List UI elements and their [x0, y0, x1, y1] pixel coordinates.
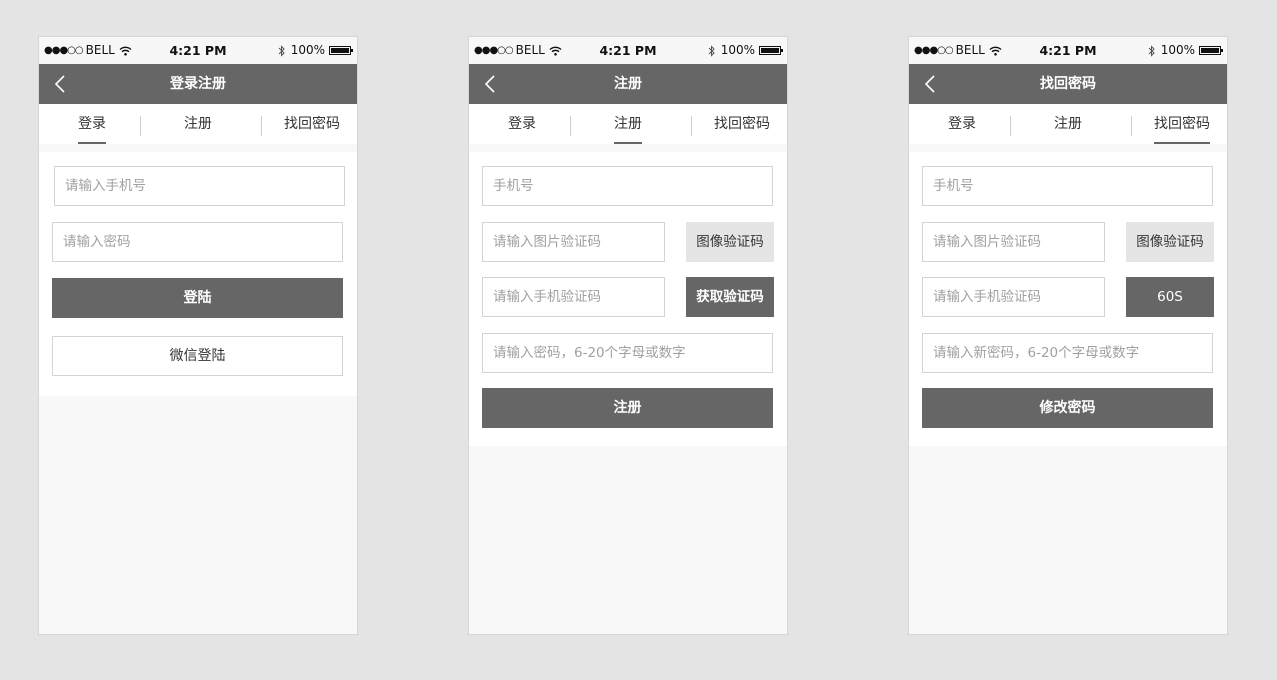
tab-bar: 登录 注册 找回密码 [909, 104, 1227, 144]
tab-bar: 登录 注册 找回密码 [469, 104, 787, 144]
password-input[interactable]: 请输入密码 [52, 222, 343, 262]
nav-bar: 登录注册 [39, 64, 357, 104]
password-input[interactable]: 请输入密码，6-20个字母或数字 [482, 333, 773, 373]
bluetooth-icon [1148, 44, 1155, 57]
page-title: 登录注册 [170, 76, 226, 92]
battery-percent: 100% [290, 43, 325, 57]
tab-register[interactable]: 注册 [184, 104, 212, 144]
tab-recover-password[interactable]: 找回密码 [1154, 104, 1210, 144]
status-bar: ●●●○○ BELL 4:21 PM 100% [909, 37, 1227, 64]
image-captcha-button[interactable]: 图像验证码 [686, 222, 774, 262]
tab-register[interactable]: 注册 [1054, 104, 1082, 144]
phone-recover-screen: ●●●○○ BELL 4:21 PM 100% 找回密码 登录 注册 找回密码 … [908, 36, 1228, 635]
get-sms-code-button[interactable]: 获取验证码 [686, 277, 774, 317]
recover-password-form: 手机号 请输入图片验证码 图像验证码 请输入手机验证码 60S 请输入新密码，6… [909, 152, 1227, 446]
tab-divider [1010, 116, 1011, 136]
login-form: 请输入手机号 请输入密码 登陆 微信登陆 [39, 152, 357, 396]
status-bar: ●●●○○ BELL 4:21 PM 100% [39, 37, 357, 64]
nav-bar: 注册 [469, 64, 787, 104]
page-title: 注册 [614, 76, 642, 92]
bluetooth-icon [278, 44, 285, 57]
sms-code-input[interactable]: 请输入手机验证码 [482, 277, 665, 317]
tab-recover-password[interactable]: 找回密码 [284, 104, 340, 144]
tab-bar: 登录 注册 找回密码 [39, 104, 357, 144]
new-password-input[interactable]: 请输入新密码，6-20个字母或数字 [922, 333, 1213, 373]
image-code-input[interactable]: 请输入图片验证码 [922, 222, 1105, 262]
battery-icon [759, 46, 783, 55]
change-password-button[interactable]: 修改密码 [922, 388, 1213, 428]
tab-register[interactable]: 注册 [614, 104, 642, 144]
phone-input[interactable]: 手机号 [482, 166, 773, 206]
tab-divider [1131, 116, 1132, 136]
battery-percent: 100% [1160, 43, 1195, 57]
phone-input[interactable]: 手机号 [922, 166, 1213, 206]
battery-icon [329, 46, 353, 55]
wechat-login-button[interactable]: 微信登陆 [52, 336, 343, 376]
tab-divider [691, 116, 692, 136]
image-captcha-button[interactable]: 图像验证码 [1126, 222, 1214, 262]
register-form: 手机号 请输入图片验证码 图像验证码 请输入手机验证码 获取验证码 请输入密码，… [469, 152, 787, 446]
phone-login-screen: ●●●○○ BELL 4:21 PM 100% 登录注册 登录 注册 找回密码 … [38, 36, 358, 635]
status-bar: ●●●○○ BELL 4:21 PM 100% [469, 37, 787, 64]
tab-divider [140, 116, 141, 136]
tab-divider [570, 116, 571, 136]
phone-input[interactable]: 请输入手机号 [54, 166, 345, 206]
tab-login[interactable]: 登录 [948, 104, 976, 144]
battery-percent: 100% [720, 43, 755, 57]
phone-register-screen: ●●●○○ BELL 4:21 PM 100% 注册 登录 注册 找回密码 手机… [468, 36, 788, 635]
battery-icon [1199, 46, 1223, 55]
bluetooth-icon [708, 44, 715, 57]
sms-countdown-button[interactable]: 60S [1126, 277, 1214, 317]
image-code-input[interactable]: 请输入图片验证码 [482, 222, 665, 262]
register-button[interactable]: 注册 [482, 388, 773, 428]
nav-bar: 找回密码 [909, 64, 1227, 104]
sms-code-input[interactable]: 请输入手机验证码 [922, 277, 1105, 317]
tab-divider [261, 116, 262, 136]
tab-login[interactable]: 登录 [508, 104, 536, 144]
login-button[interactable]: 登陆 [52, 278, 343, 318]
tab-login[interactable]: 登录 [78, 104, 106, 144]
tab-recover-password[interactable]: 找回密码 [714, 104, 770, 144]
page-title: 找回密码 [1040, 76, 1096, 92]
